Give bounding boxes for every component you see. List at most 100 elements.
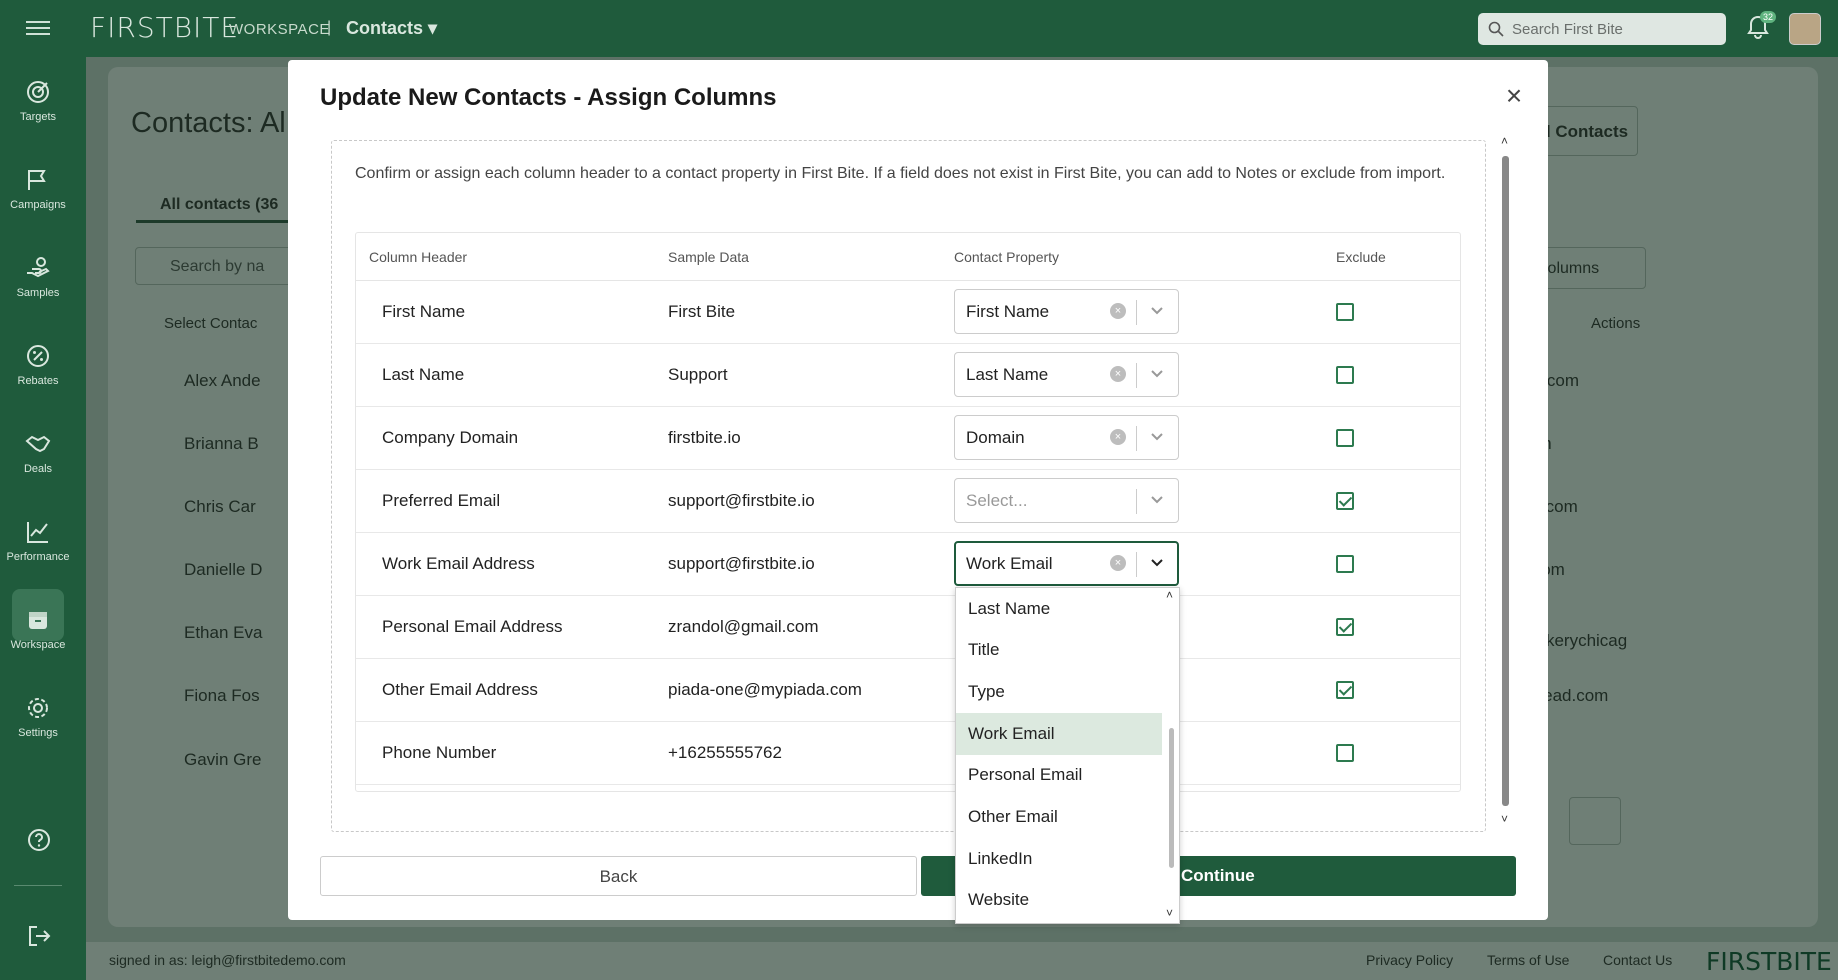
contact-property-select[interactable]: Select... bbox=[954, 478, 1179, 523]
select-value: First Name bbox=[966, 302, 1050, 321]
scroll-thumb[interactable] bbox=[1502, 156, 1509, 806]
exclude-checkbox[interactable] bbox=[1336, 681, 1354, 699]
flag-icon bbox=[28, 170, 46, 190]
exclude-checkbox[interactable] bbox=[1336, 618, 1354, 636]
context-selector[interactable]: Contacts ▾ bbox=[346, 18, 437, 39]
table-row: Preferred Email support@firstbite.io Sel… bbox=[356, 470, 1460, 533]
clear-icon[interactable]: × bbox=[1110, 429, 1126, 445]
option-label: Last Name bbox=[968, 599, 1051, 618]
panel-scrollbar[interactable]: ˄ ˅ bbox=[1501, 134, 1511, 832]
page-title: Contacts: Al bbox=[131, 107, 286, 139]
contact-property-select[interactable]: First Name × bbox=[954, 289, 1179, 334]
chevron-down-icon[interactable] bbox=[1149, 428, 1165, 444]
exclude-checkbox[interactable] bbox=[1336, 555, 1354, 573]
sidebar-item-settings[interactable]: Settings bbox=[0, 695, 76, 739]
sidebar-item-targets[interactable]: Targets bbox=[0, 79, 76, 123]
select-contact-label: Select Contac bbox=[164, 315, 258, 332]
sidebar-divider bbox=[14, 885, 62, 886]
contact-name[interactable]: Chris Car bbox=[184, 497, 256, 517]
privacy-link[interactable]: Privacy Policy bbox=[1366, 952, 1453, 968]
chart-icon bbox=[27, 522, 48, 543]
sample-data: piada-one@mypiada.com bbox=[668, 680, 862, 699]
sidebar-item-campaigns[interactable]: Campaigns bbox=[0, 167, 76, 211]
column-header: Personal Email Address bbox=[382, 617, 563, 636]
contact-property-select[interactable]: Work Email × bbox=[954, 541, 1179, 586]
sample-data-label: Sample Data bbox=[668, 249, 749, 265]
column-header: First Name bbox=[382, 302, 466, 321]
table-row: First Name First Bite First Name × bbox=[356, 281, 1460, 344]
sidebar-item-label: Workspace bbox=[10, 639, 66, 651]
table-row: Phone Number +16255555762 bbox=[356, 722, 1460, 785]
back-button[interactable]: Back bbox=[320, 856, 917, 896]
archive-icon bbox=[29, 612, 47, 629]
contact-name[interactable]: Fiona Fos bbox=[184, 686, 260, 706]
clear-icon[interactable]: × bbox=[1110, 366, 1126, 382]
contact-search-input[interactable]: Search by na bbox=[135, 247, 295, 285]
global-search-input[interactable]: Search First Bite bbox=[1478, 13, 1726, 45]
sample-data: +16255555762 bbox=[668, 743, 782, 762]
sidebar-item-label: Rebates bbox=[17, 375, 59, 387]
contact-name[interactable]: Ethan Eva bbox=[184, 623, 262, 643]
contact-property-select[interactable]: Last Name × bbox=[954, 352, 1179, 397]
contact-property-select[interactable]: Domain × bbox=[954, 415, 1179, 460]
dropdown-option[interactable]: LinkedIn bbox=[956, 838, 1162, 880]
help-text: Confirm or assign each column header to … bbox=[355, 165, 1446, 182]
workspace-label: WORKSPACE bbox=[229, 21, 330, 38]
sidebar-item-deals[interactable]: Deals bbox=[0, 431, 76, 475]
sample-data: support@firstbite.io bbox=[668, 554, 815, 573]
exclude-checkbox[interactable] bbox=[1336, 303, 1354, 321]
tab-all-contacts[interactable]: All contacts (36 bbox=[160, 196, 278, 214]
option-label: LinkedIn bbox=[968, 849, 1033, 868]
contact-name[interactable]: Alex Ande bbox=[184, 371, 261, 391]
menu-icon[interactable] bbox=[26, 17, 50, 39]
search-placeholder: Search First Bite bbox=[1512, 21, 1623, 38]
dropdown-option[interactable]: Last Name bbox=[956, 588, 1162, 630]
dropdown-option[interactable]: Other Email bbox=[956, 796, 1162, 838]
sidebar-item-performance[interactable]: Performance bbox=[0, 519, 76, 563]
exclude-checkbox[interactable] bbox=[1336, 744, 1354, 762]
contact-name[interactable]: Brianna B bbox=[184, 434, 259, 454]
exclude-checkbox[interactable] bbox=[1336, 492, 1354, 510]
menu-scroll-down-icon[interactable]: ˅ bbox=[1166, 906, 1173, 920]
avatar[interactable] bbox=[1789, 13, 1821, 45]
exclude-checkbox[interactable] bbox=[1336, 366, 1354, 384]
app-logo[interactable]: FIRSTBITE bbox=[90, 11, 239, 44]
download-button[interactable] bbox=[1569, 797, 1621, 845]
scroll-down-icon[interactable]: ˅ bbox=[1501, 812, 1508, 826]
contact-us-link[interactable]: Contact Us bbox=[1603, 952, 1672, 968]
sample-data: Support bbox=[668, 365, 728, 384]
clear-icon[interactable]: × bbox=[1110, 555, 1126, 571]
chevron-down-icon[interactable] bbox=[1149, 365, 1165, 381]
sidebar-item-rebates[interactable]: Rebates bbox=[0, 343, 76, 387]
chevron-down-icon[interactable] bbox=[1149, 491, 1165, 507]
contact-property-label: Contact Property bbox=[954, 249, 1060, 265]
exclude-checkbox[interactable] bbox=[1336, 429, 1354, 447]
table-header: Column Header Sample Data Contact Proper… bbox=[356, 233, 1460, 281]
contact-name[interactable]: Gavin Gre bbox=[184, 750, 261, 770]
help-icon[interactable] bbox=[26, 827, 52, 853]
logout-icon[interactable] bbox=[26, 923, 52, 949]
close-icon[interactable]: × bbox=[1499, 82, 1529, 112]
chevron-down-icon[interactable] bbox=[1149, 554, 1165, 570]
menu-scroll-up-icon[interactable]: ˄ bbox=[1166, 588, 1173, 602]
select-divider bbox=[1136, 489, 1137, 514]
dropdown-option[interactable]: Type bbox=[956, 671, 1162, 713]
dropdown-option-highlighted[interactable]: Work Email bbox=[956, 713, 1162, 755]
clear-icon[interactable]: × bbox=[1110, 303, 1126, 319]
menu-scrollbar[interactable] bbox=[1169, 728, 1174, 868]
contact-name[interactable]: Danielle D bbox=[184, 560, 262, 580]
select-divider bbox=[1136, 300, 1137, 325]
dropdown-option[interactable]: Website bbox=[956, 879, 1162, 921]
dropdown-option[interactable]: Personal Email bbox=[956, 754, 1162, 796]
sidebar-item-samples[interactable]: Samples bbox=[0, 255, 76, 299]
column-header: Last Name bbox=[382, 365, 465, 384]
sidebar-item-workspace[interactable]: Workspace bbox=[0, 589, 76, 651]
dropdown-option[interactable]: Title bbox=[956, 629, 1162, 671]
chevron-down-icon[interactable] bbox=[1149, 302, 1165, 318]
sample-data: zrandol@gmail.com bbox=[668, 617, 819, 636]
terms-link[interactable]: Terms of Use bbox=[1487, 952, 1569, 968]
target-icon bbox=[27, 81, 49, 103]
column-header: Company Domain bbox=[382, 428, 519, 447]
scroll-up-icon[interactable]: ˄ bbox=[1501, 134, 1508, 148]
tab-indicator bbox=[136, 220, 296, 223]
